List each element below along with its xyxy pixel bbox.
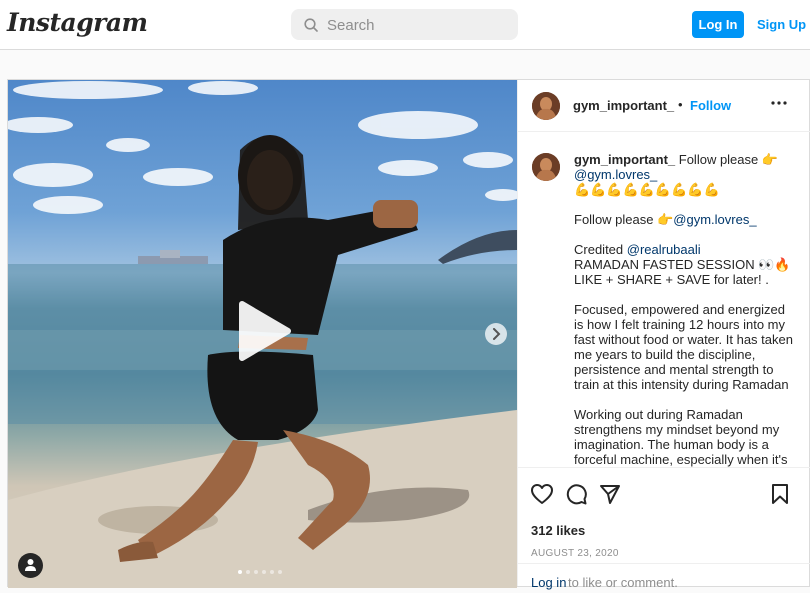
more-icon[interactable] [771,101,787,105]
post-media[interactable] [8,80,517,588]
login-prompt: Log in to like or comment. [518,563,810,590]
avatar[interactable] [532,92,560,120]
caption-username[interactable]: gym_important_ [574,152,675,167]
login-prompt-text: to like or comment. [568,575,678,590]
share-icon[interactable] [599,483,621,505]
mention-link[interactable]: @gym.lovres_ [574,167,657,182]
avatar[interactable] [532,153,560,181]
heart-icon[interactable] [530,483,554,505]
carousel-dot [270,570,274,574]
post-side-panel: gym_important_ • Follow gym_important_ F… [517,80,810,590]
user-tag-button[interactable] [18,553,43,578]
carousel-dot [238,570,242,574]
caption-paragraph: Focused, empowered and energized is how … [574,302,793,392]
comment-icon[interactable] [565,483,587,505]
login-link[interactable]: Log in [531,575,566,590]
post-date: AUGUST 23, 2020 [531,548,619,559]
carousel-dot [254,570,258,574]
search-icon [304,18,318,32]
caption-paragraph: Working out during Ramadan strengthens m… [574,407,788,467]
likes-count[interactable]: 312 likes [531,523,585,538]
mention-link[interactable]: @realrubaali [627,242,701,257]
post-username[interactable]: gym_important_ [573,98,674,113]
carousel-indicator [238,570,282,576]
carousel-dot [278,570,282,574]
post-card: gym_important_ • Follow gym_important_ F… [7,79,810,590]
follow-button[interactable]: Follow [690,98,731,113]
post-header: gym_important_ • Follow [518,80,810,132]
carousel-dot [262,570,266,574]
search-box[interactable] [291,9,518,40]
caption-line: Follow please 👉 [574,212,674,227]
caption-line: Follow please 👉 [678,152,779,167]
user-tag-icon [25,559,36,571]
bookmark-icon[interactable] [771,483,789,505]
signup-link[interactable]: Sign Up [757,17,806,32]
carousel-dot [246,570,250,574]
mention-link[interactable]: @gym.lovres_ [673,212,756,227]
post-actions: 312 likes AUGUST 23, 2020 Log in to like… [518,467,810,590]
top-navigation-bar: Instagram Log In Sign Up [0,0,810,50]
separator-dot: • [678,97,683,112]
search-input[interactable] [327,15,507,35]
caption-area: gym_important_ Follow please 👉 @gym.lovr… [518,133,810,467]
instagram-logo[interactable]: Instagram [7,8,148,37]
caption-line: RAMADAN FASTED SESSION 👀🔥 LIKE + SHARE +… [574,257,791,287]
chevron-right-icon [493,328,501,340]
play-icon[interactable] [232,300,294,362]
login-button[interactable]: Log In [692,11,744,38]
caption-line: Credited [574,242,627,257]
next-slide-button[interactable] [485,323,507,345]
emoji-row: 💪💪💪💪💪💪💪💪💪 [574,182,720,197]
caption-text: gym_important_ Follow please 👉 @gym.lovr… [574,152,796,467]
